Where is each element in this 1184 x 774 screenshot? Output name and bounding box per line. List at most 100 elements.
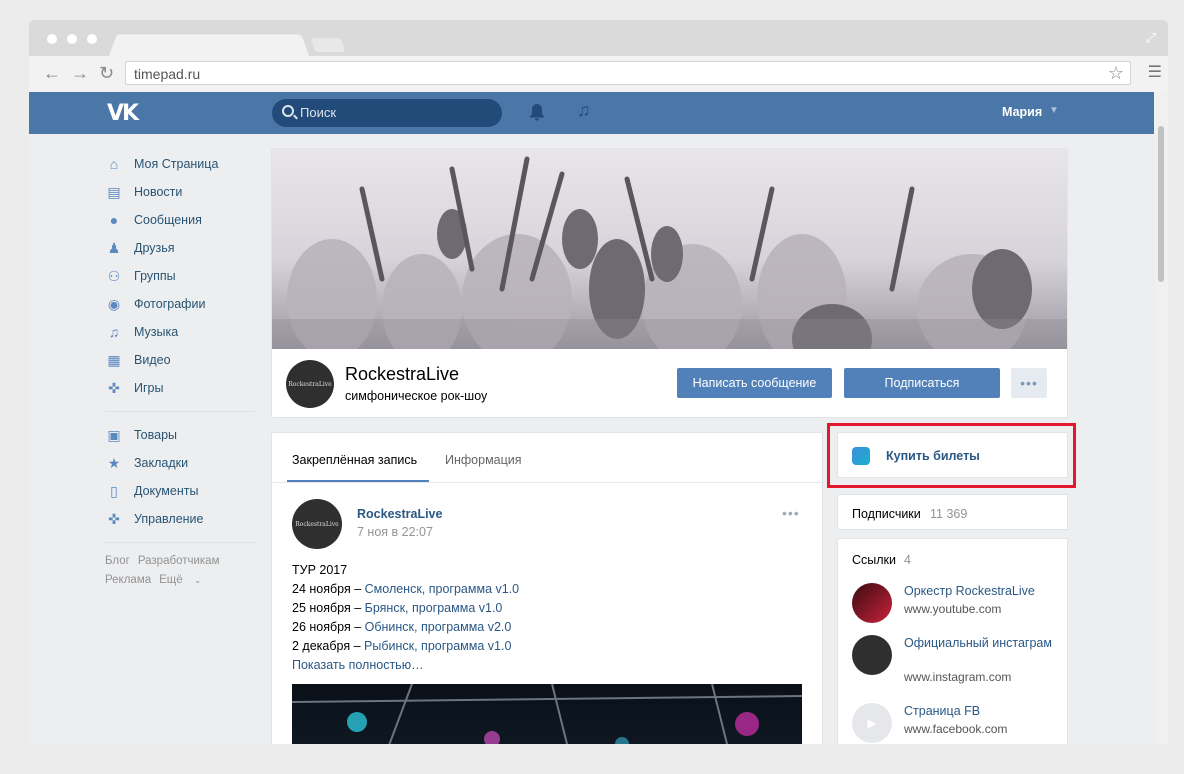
scrollbar-thumb[interactable] bbox=[1158, 126, 1164, 282]
video-icon: ▦ bbox=[107, 351, 121, 368]
tab-pinned-post[interactable]: Закреплённая запись bbox=[292, 453, 417, 467]
post-text: ТУР 2017 24 ноября – Смоленск, программа… bbox=[292, 561, 812, 675]
address-bar[interactable]: timepad.ru ☆ bbox=[125, 61, 1131, 85]
post-author-avatar[interactable]: RockestraLive bbox=[292, 499, 342, 549]
sidebar-item-documents[interactable]: ▯ Документы bbox=[105, 477, 265, 505]
sidebar-item-label: Управление bbox=[134, 512, 204, 526]
sidebar-item-label: Сообщения bbox=[134, 213, 202, 227]
forward-arrow-icon[interactable]: → bbox=[71, 64, 89, 82]
links-title[interactable]: Ссылки bbox=[852, 553, 896, 567]
new-tab-button[interactable] bbox=[310, 38, 346, 52]
link-title[interactable]: Оркестр RockestraLive bbox=[904, 583, 1054, 599]
window-minimize-dot[interactable] bbox=[67, 34, 77, 44]
post-line-date: 26 ноября – bbox=[292, 620, 365, 634]
link-avatar-youtube bbox=[852, 583, 892, 623]
link-title[interactable]: Официальный инстаграм bbox=[904, 635, 1054, 651]
window-maximize-dot[interactable] bbox=[87, 34, 97, 44]
sidebar-item-label: Новости bbox=[134, 185, 183, 199]
post-author[interactable]: RockestraLive bbox=[357, 507, 442, 521]
group-avatar[interactable]: RockestraLive bbox=[286, 360, 334, 408]
buy-tickets-label[interactable]: Купить билеты bbox=[886, 449, 980, 463]
sidebar-item-friends[interactable]: ♟ Друзья bbox=[105, 234, 265, 262]
sidebar-item-goods[interactable]: ▣ Товары bbox=[105, 421, 265, 449]
page-viewport: VK Поиск ♫ Мария ▼ ⌂ Моя Страница ▤ Новост… bbox=[29, 92, 1168, 744]
sidebar-item-label: Группы bbox=[134, 269, 176, 283]
bag-icon: ▣ bbox=[107, 426, 121, 443]
avatar-logo-text: RockestraLive bbox=[295, 520, 339, 528]
sidebar-item-news[interactable]: ▤ Новости bbox=[105, 178, 265, 206]
window-close-dot[interactable] bbox=[47, 34, 57, 44]
post-title: ТУР 2017 bbox=[292, 563, 348, 577]
wall-card: Закреплённая запись Информация Rockestra… bbox=[271, 432, 823, 744]
sidebar-item-label: Игры bbox=[134, 381, 164, 395]
footer-link-ads[interactable]: Реклама bbox=[105, 574, 151, 586]
subscribers-card[interactable]: Подписчики 11 369 bbox=[837, 494, 1068, 530]
post-menu-icon[interactable]: ••• bbox=[782, 505, 800, 521]
sidebar-item-my-page[interactable]: ⌂ Моя Страница bbox=[105, 150, 265, 178]
post-line-link[interactable]: Обнинск, программа v2.0 bbox=[365, 620, 512, 634]
browser-tab[interactable] bbox=[109, 34, 309, 56]
home-icon: ⌂ bbox=[109, 156, 119, 172]
vk-header: VK Поиск ♫ Мария ▼ bbox=[29, 92, 1154, 134]
fullscreen-icon[interactable]: ⤢ bbox=[1146, 30, 1156, 46]
reload-icon[interactable]: ↻ bbox=[99, 64, 114, 82]
sidebar-item-groups[interactable]: ⚇ Группы bbox=[105, 262, 265, 290]
avatar-logo-text: RockestraLive bbox=[288, 380, 332, 388]
footer-link-blog[interactable]: Блог bbox=[105, 555, 130, 567]
search-placeholder: Поиск bbox=[300, 105, 337, 120]
user-name[interactable]: Мария bbox=[1002, 105, 1042, 119]
browser-menu-icon[interactable]: ☰ bbox=[1148, 62, 1162, 82]
more-actions-button[interactable]: ••• bbox=[1011, 368, 1047, 398]
music-icon: ♫ bbox=[108, 324, 120, 340]
back-arrow-icon[interactable]: ← bbox=[43, 64, 61, 82]
messages-icon: ● bbox=[109, 212, 119, 228]
search-input[interactable]: Поиск bbox=[272, 99, 502, 127]
notifications-bell-icon[interactable] bbox=[529, 103, 545, 126]
sidebar-footer: Блог Разработчикам Реклама Ещё ⌄ bbox=[105, 552, 265, 590]
sidebar-divider bbox=[105, 542, 255, 543]
star-icon: ★ bbox=[107, 454, 121, 471]
sidebar-item-manage[interactable]: ✜ Управление bbox=[105, 505, 265, 533]
tab-info[interactable]: Информация bbox=[445, 453, 522, 467]
sidebar-item-bookmarks[interactable]: ★ Закладки bbox=[105, 449, 265, 477]
subscribe-button[interactable]: Подписаться bbox=[844, 368, 1000, 398]
post-line-date: 24 ноября – bbox=[292, 582, 365, 596]
active-tab-indicator bbox=[287, 480, 429, 482]
sidebar-item-music[interactable]: ♫ Музыка bbox=[105, 318, 265, 346]
buy-tickets-card[interactable]: Купить билеты bbox=[837, 432, 1068, 478]
chevron-down-icon[interactable]: ▼ bbox=[1049, 105, 1059, 116]
sidebar-item-label: Фотографии bbox=[134, 297, 206, 311]
post-date[interactable]: 7 ноя в 22:07 bbox=[357, 525, 433, 539]
post-line: 25 ноября – Брянск, программа v1.0 bbox=[292, 599, 812, 618]
scrollbar[interactable] bbox=[1154, 92, 1168, 744]
post-line-link[interactable]: Рыбинск, программа v1.0 bbox=[364, 639, 511, 653]
music-icon[interactable]: ♫ bbox=[577, 100, 591, 121]
footer-link-more[interactable]: Ещё ⌄ bbox=[159, 574, 209, 586]
left-sidebar: ⌂ Моя Страница ▤ Новости ● Сообщения ♟ Друзь… bbox=[105, 150, 265, 590]
news-icon: ▤ bbox=[107, 183, 121, 200]
sidebar-item-video[interactable]: ▦ Видео bbox=[105, 346, 265, 374]
post-line-date: 2 декабря – bbox=[292, 639, 365, 653]
friends-icon: ♟ bbox=[107, 239, 121, 256]
post-line-link[interactable]: Смоленск, программа v1.0 bbox=[365, 582, 520, 596]
sidebar-item-messages[interactable]: ● Сообщения bbox=[105, 206, 265, 234]
post-line: 24 ноября – Смоленск, программа v1.0 bbox=[292, 580, 812, 599]
sidebar-item-label: Друзья bbox=[134, 241, 175, 255]
sidebar-item-games[interactable]: ✜ Игры bbox=[105, 374, 265, 402]
post-line-link[interactable]: Брянск, программа v1.0 bbox=[365, 601, 503, 615]
sidebar-item-photos[interactable]: ◉ Фотографии bbox=[105, 290, 265, 318]
links-count: 4 bbox=[904, 553, 911, 567]
links-card: Ссылки 4 Оркестр RockestraLive www.youtu… bbox=[837, 538, 1068, 744]
post-line: 26 ноября – Обнинск, программа v2.0 bbox=[292, 618, 812, 637]
link-url: www.facebook.com bbox=[904, 722, 1008, 736]
sidebar-item-label: Товары bbox=[134, 428, 177, 442]
link-title[interactable]: Страница FB bbox=[904, 703, 1054, 719]
post-image[interactable] bbox=[292, 684, 802, 744]
groups-icon: ⚇ bbox=[107, 267, 121, 284]
vk-logo[interactable]: VK bbox=[107, 101, 139, 126]
url-text: timepad.ru bbox=[134, 66, 201, 82]
footer-link-developers[interactable]: Разработчикам bbox=[138, 555, 220, 567]
send-message-button[interactable]: Написать сообщение bbox=[677, 368, 832, 398]
bookmark-star-icon[interactable]: ☆ bbox=[1108, 63, 1124, 84]
show-more-link[interactable]: Показать полностью… bbox=[292, 656, 812, 675]
